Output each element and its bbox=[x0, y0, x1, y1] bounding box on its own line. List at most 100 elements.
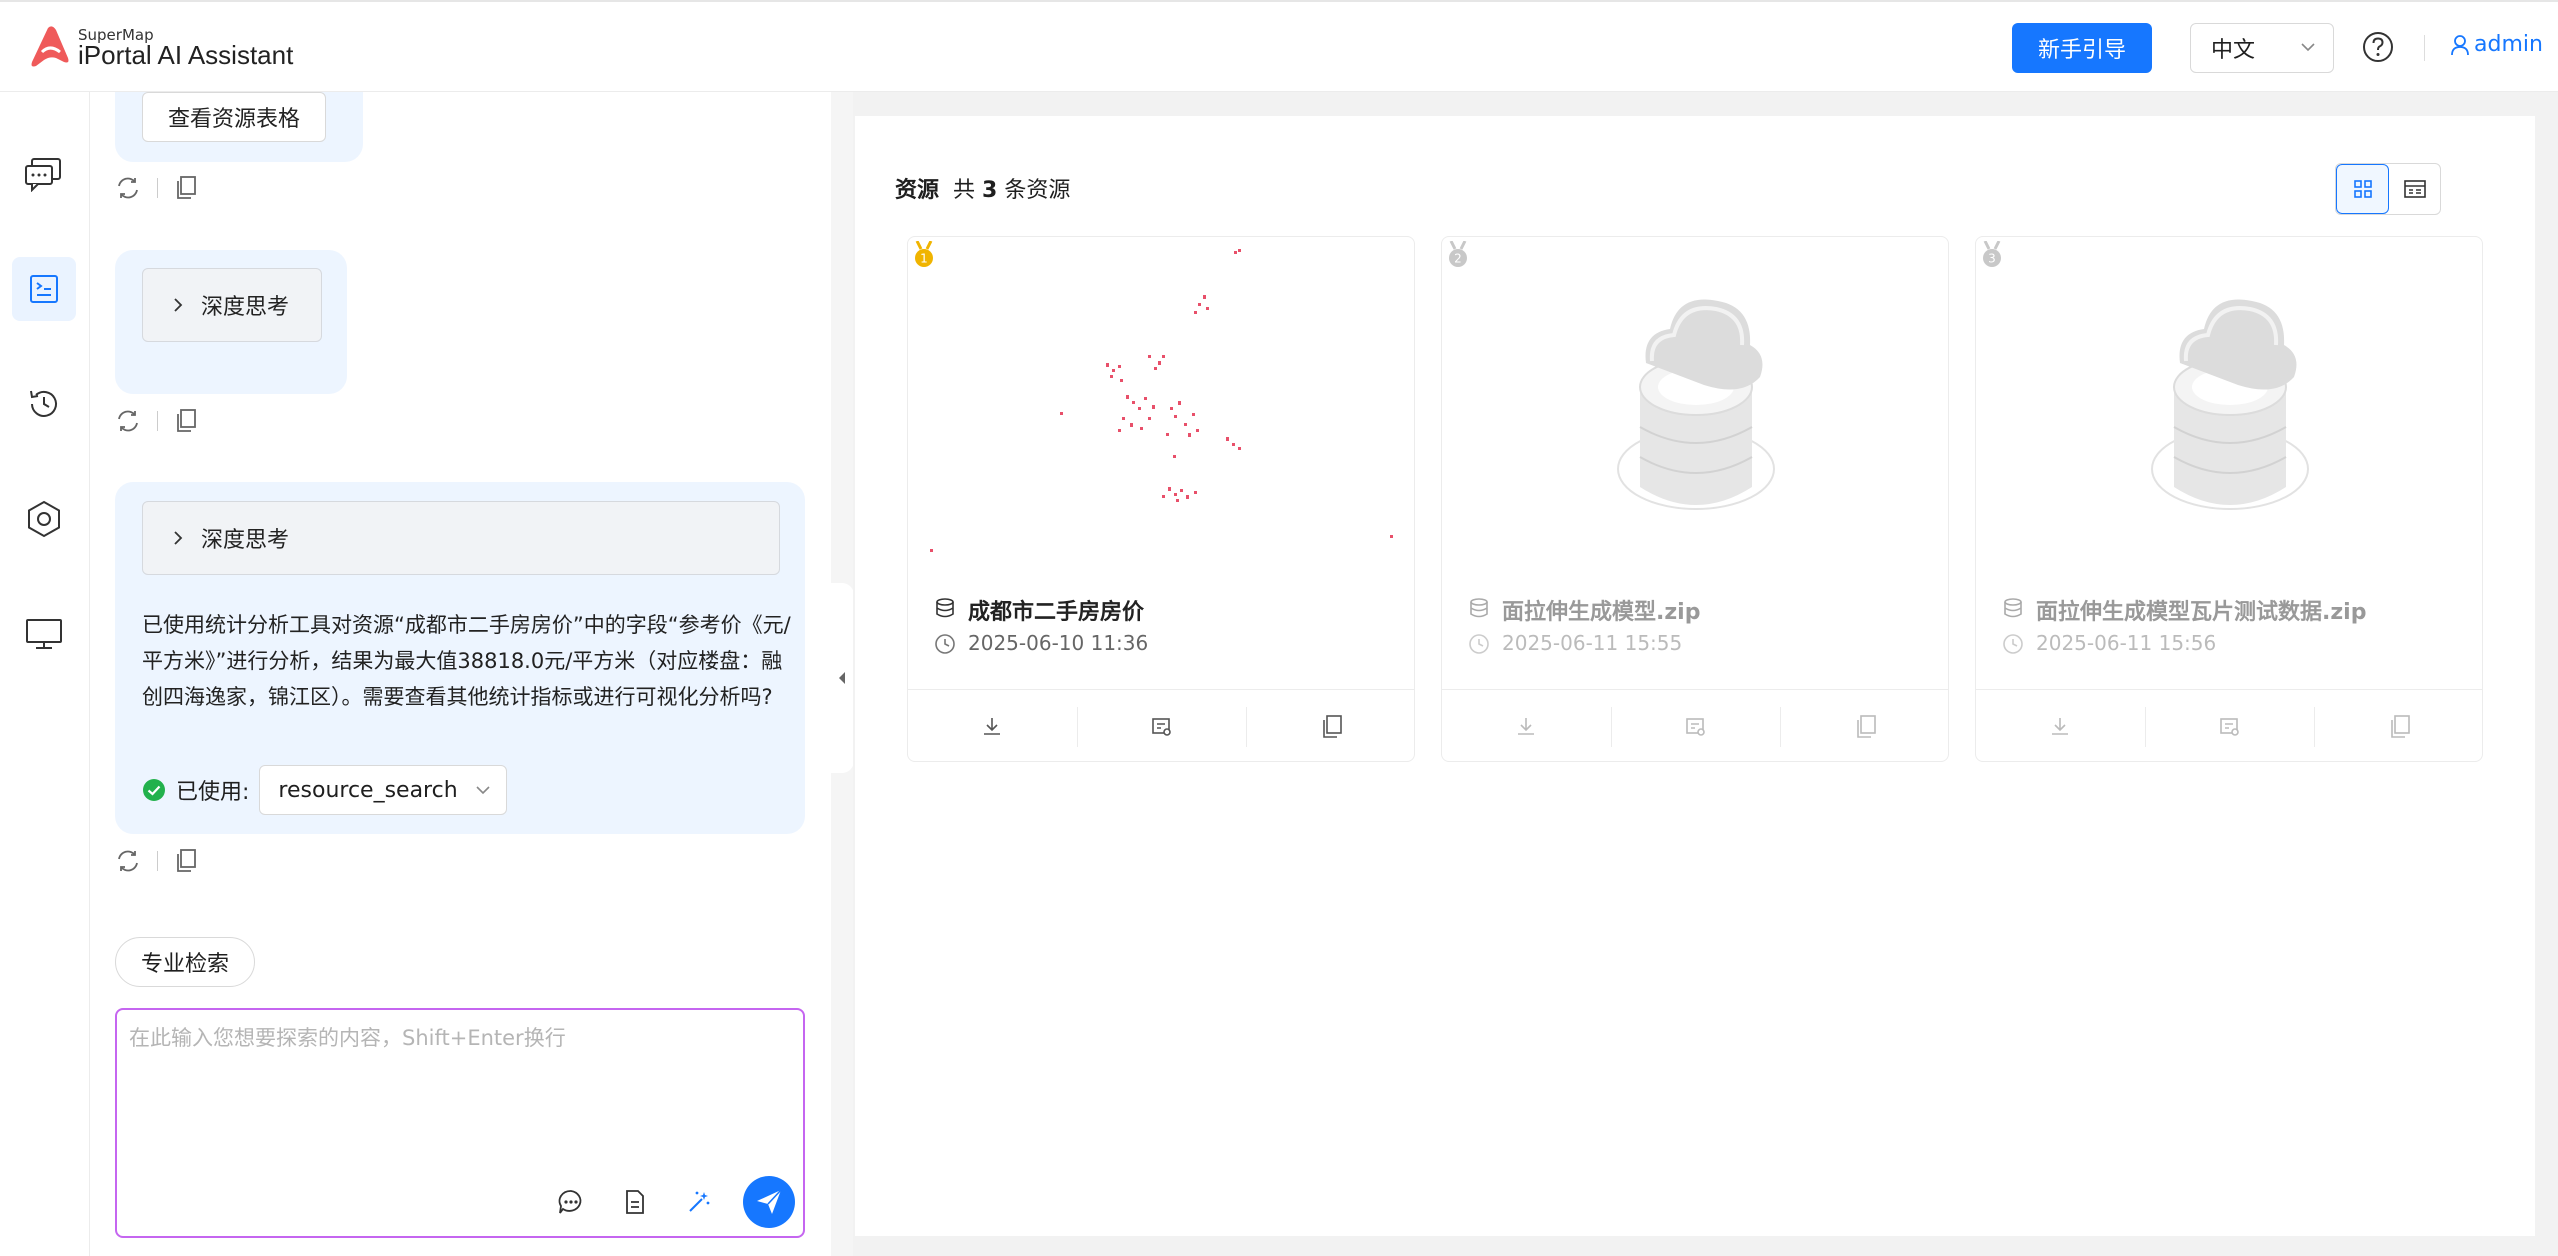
copy-icon bbox=[1322, 714, 1342, 738]
chat-panel: 查看资源表格 深度思考 深度思考 已使用统计分析工具对资源“成都市二手房房价”中… bbox=[91, 92, 831, 1256]
nav-chat[interactable] bbox=[12, 142, 76, 206]
nav-display[interactable] bbox=[12, 602, 76, 666]
resource-card[interactable]: 3 面拉伸生成模型瓦片测试数据.zip 2025-06-11 15:56 bbox=[1975, 236, 2483, 762]
action-divider bbox=[157, 411, 158, 431]
action-divider bbox=[157, 178, 158, 198]
resource-title[interactable]: 成都市二手房房价 bbox=[968, 594, 1144, 626]
nav-assistant[interactable] bbox=[12, 257, 76, 321]
copy-icon[interactable] bbox=[174, 848, 198, 874]
resource-date: 2025-06-10 11:36 bbox=[968, 631, 1149, 655]
resource-title[interactable]: 面拉伸生成模型.zip bbox=[1502, 594, 1700, 626]
action-divider bbox=[157, 851, 158, 871]
nav-settings[interactable] bbox=[12, 487, 76, 551]
header-divider bbox=[2424, 35, 2425, 61]
hexagon-settings-icon bbox=[28, 500, 60, 538]
deep-thinking-toggle[interactable]: 深度思考 bbox=[142, 501, 780, 575]
grid-icon bbox=[2353, 180, 2372, 198]
rank-medal-icon: 3 bbox=[1983, 241, 2001, 267]
deep-thinking-toggle[interactable]: 深度思考 bbox=[142, 268, 322, 342]
download-button[interactable] bbox=[1976, 707, 2145, 747]
download-button[interactable] bbox=[1442, 707, 1611, 747]
chat-input[interactable] bbox=[129, 1022, 789, 1162]
download-button[interactable] bbox=[908, 707, 1077, 747]
copy-button[interactable] bbox=[2314, 706, 2482, 747]
download-icon bbox=[1518, 717, 1535, 735]
chat-bubbles-icon bbox=[25, 158, 61, 192]
message-actions bbox=[115, 408, 198, 434]
chat-dots-icon bbox=[558, 1190, 582, 1214]
rank-number: 3 bbox=[1988, 252, 1996, 266]
card-actions bbox=[1442, 689, 1948, 761]
details-icon bbox=[2220, 717, 2239, 736]
chat-mode-button[interactable] bbox=[553, 1184, 589, 1220]
grid-view-button[interactable] bbox=[2336, 164, 2389, 214]
attach-file-button[interactable] bbox=[617, 1184, 653, 1220]
send-button[interactable] bbox=[743, 1176, 795, 1228]
chevron-right-icon bbox=[174, 531, 183, 545]
resource-card[interactable]: 2 面拉伸生成模型.zip 2025-06-11 15:55 bbox=[1441, 236, 1949, 762]
refresh-icon[interactable] bbox=[115, 175, 141, 201]
deep-thinking-label: 深度思考 bbox=[201, 295, 290, 320]
details-button[interactable] bbox=[1076, 706, 1247, 747]
file-icon bbox=[626, 1190, 644, 1214]
copy-icon[interactable] bbox=[174, 408, 198, 434]
rank-number: 1 bbox=[920, 252, 928, 266]
user-icon bbox=[2451, 34, 2469, 55]
details-icon bbox=[1686, 717, 1705, 736]
download-icon bbox=[2052, 717, 2069, 735]
details-button[interactable] bbox=[2144, 706, 2315, 747]
tool-select[interactable]: resource_search bbox=[259, 765, 507, 815]
resource-header: 资源 共 3 条资源 bbox=[895, 172, 1070, 204]
download-icon bbox=[984, 717, 1001, 735]
app-title: iPortal AI Assistant bbox=[78, 40, 294, 70]
copy-button[interactable] bbox=[1246, 706, 1414, 747]
left-sidebar bbox=[0, 92, 90, 1256]
database-icon bbox=[1470, 598, 1488, 618]
language-select[interactable]: 中文 bbox=[2190, 23, 2334, 73]
collapse-panel-handle[interactable] bbox=[830, 583, 854, 773]
clock-icon bbox=[935, 634, 955, 654]
caret-left-icon bbox=[839, 672, 845, 684]
list-view-button[interactable] bbox=[2389, 164, 2440, 214]
tools-used-row: 已使用: resource_search bbox=[142, 765, 507, 815]
view-resource-table-button[interactable]: 查看资源表格 bbox=[142, 92, 326, 142]
database-icon bbox=[2004, 598, 2022, 618]
monitor-icon bbox=[26, 619, 62, 649]
chevron-down-icon bbox=[2301, 43, 2315, 52]
map-points-thumbnail bbox=[930, 249, 1393, 552]
chevron-right-icon bbox=[174, 298, 183, 312]
beginner-guide-button[interactable]: 新手引导 bbox=[2012, 23, 2152, 73]
copy-button[interactable] bbox=[1780, 706, 1948, 747]
copy-icon bbox=[2390, 714, 2410, 738]
database-icon bbox=[936, 598, 954, 618]
cloud-database-thumbnail bbox=[2151, 299, 2309, 510]
magic-wand-icon bbox=[689, 1191, 710, 1212]
magic-wand-button[interactable] bbox=[681, 1184, 717, 1220]
chat-input-box bbox=[115, 1008, 805, 1238]
count-prefix: 共 bbox=[953, 178, 976, 203]
send-icon bbox=[757, 1189, 782, 1214]
assistant-answer-text: 已使用统计分析工具对资源“成都市二手房房价”中的字段“参考价《元/平方米》”进行… bbox=[142, 613, 791, 709]
resource-date: 2025-06-11 15:55 bbox=[1502, 631, 1683, 655]
rank-medal-icon: 1 bbox=[915, 241, 933, 267]
resource-title[interactable]: 面拉伸生成模型瓦片测试数据.zip bbox=[2036, 594, 2366, 626]
resource-label: 资源 bbox=[895, 178, 940, 203]
copy-icon[interactable] bbox=[174, 175, 198, 201]
user-menu[interactable]: admin bbox=[2450, 32, 2543, 57]
resource-card[interactable]: 1 成都市二手房房价 2025-06-10 11:36 bbox=[907, 236, 1415, 762]
nav-history[interactable] bbox=[12, 372, 76, 436]
resource-date: 2025-06-11 15:56 bbox=[2036, 631, 2217, 655]
message-actions bbox=[115, 848, 198, 874]
list-icon bbox=[2403, 180, 2426, 198]
refresh-icon[interactable] bbox=[115, 408, 141, 434]
tool-select-value: resource_search bbox=[278, 777, 458, 803]
copy-icon bbox=[1856, 714, 1876, 738]
professional-search-button[interactable]: 专业检索 bbox=[115, 937, 255, 987]
rank-medal-icon: 2 bbox=[1449, 241, 1467, 267]
card-actions bbox=[908, 689, 1414, 761]
help-icon[interactable] bbox=[2361, 30, 2395, 64]
details-button[interactable] bbox=[1610, 706, 1781, 747]
card-actions bbox=[1976, 689, 2482, 761]
details-icon bbox=[1152, 717, 1171, 736]
refresh-icon[interactable] bbox=[115, 848, 141, 874]
